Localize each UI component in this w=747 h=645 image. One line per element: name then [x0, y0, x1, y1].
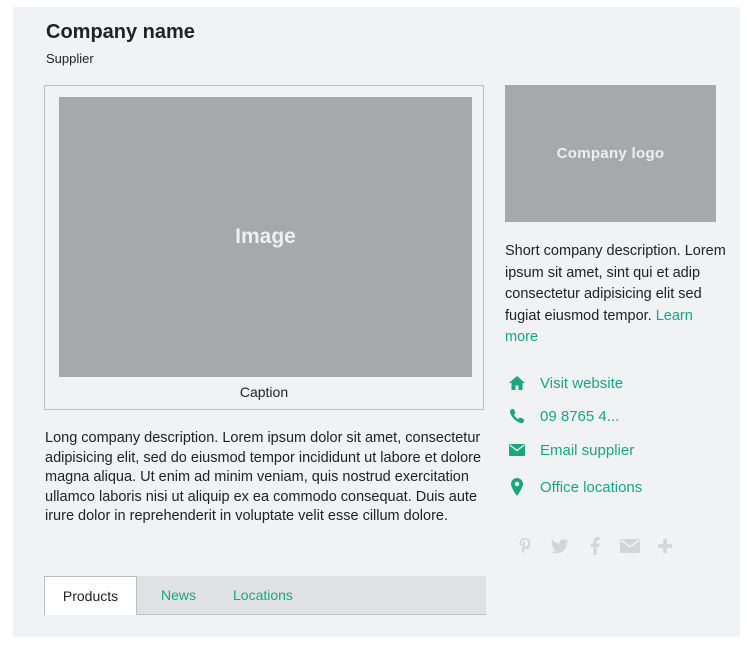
- image-caption: Caption: [239, 384, 289, 400]
- company-logo-placeholder: Company logo: [505, 85, 716, 222]
- tab-products[interactable]: Products: [44, 576, 137, 615]
- envelope-icon: [507, 440, 527, 460]
- office-locations-row[interactable]: Office locations: [507, 476, 642, 498]
- company-name-heading: Company name: [46, 21, 195, 43]
- tab-locations[interactable]: Locations: [233, 576, 293, 614]
- home-icon: [507, 373, 527, 393]
- phone-row[interactable]: 09 8765 4...: [507, 405, 619, 427]
- company-logo-label: Company logo: [556, 145, 665, 162]
- map-pin-icon: [507, 477, 527, 497]
- image-figure: Image Caption: [44, 85, 484, 410]
- tab-news[interactable]: News: [161, 576, 196, 614]
- email-share-icon[interactable]: [616, 535, 644, 557]
- content-tabs: Products News Locations: [44, 576, 486, 615]
- twitter-icon[interactable]: [546, 535, 574, 557]
- image-placeholder[interactable]: Image: [59, 97, 472, 377]
- visit-website-link[interactable]: Visit website: [540, 375, 623, 392]
- phone-number-link[interactable]: 09 8765 4...: [540, 408, 619, 425]
- social-share-bar: [511, 535, 686, 557]
- visit-website-row[interactable]: Visit website: [507, 372, 623, 394]
- plus-icon[interactable]: [651, 535, 679, 557]
- company-type-label: Supplier: [46, 51, 94, 66]
- email-supplier-link[interactable]: Email supplier: [540, 442, 634, 459]
- image-placeholder-label: Image: [235, 225, 296, 248]
- phone-icon: [507, 406, 527, 426]
- company-profile-panel: Company name Supplier Image Caption Long…: [13, 7, 740, 637]
- office-locations-link[interactable]: Office locations: [540, 479, 642, 496]
- email-supplier-row[interactable]: Email supplier: [507, 439, 634, 461]
- long-company-description: Long company description. Lorem ipsum do…: [45, 430, 482, 524]
- short-company-description: Short company description. Lorem ipsum s…: [505, 241, 729, 349]
- pinterest-icon[interactable]: [511, 535, 539, 557]
- facebook-icon[interactable]: [581, 535, 609, 557]
